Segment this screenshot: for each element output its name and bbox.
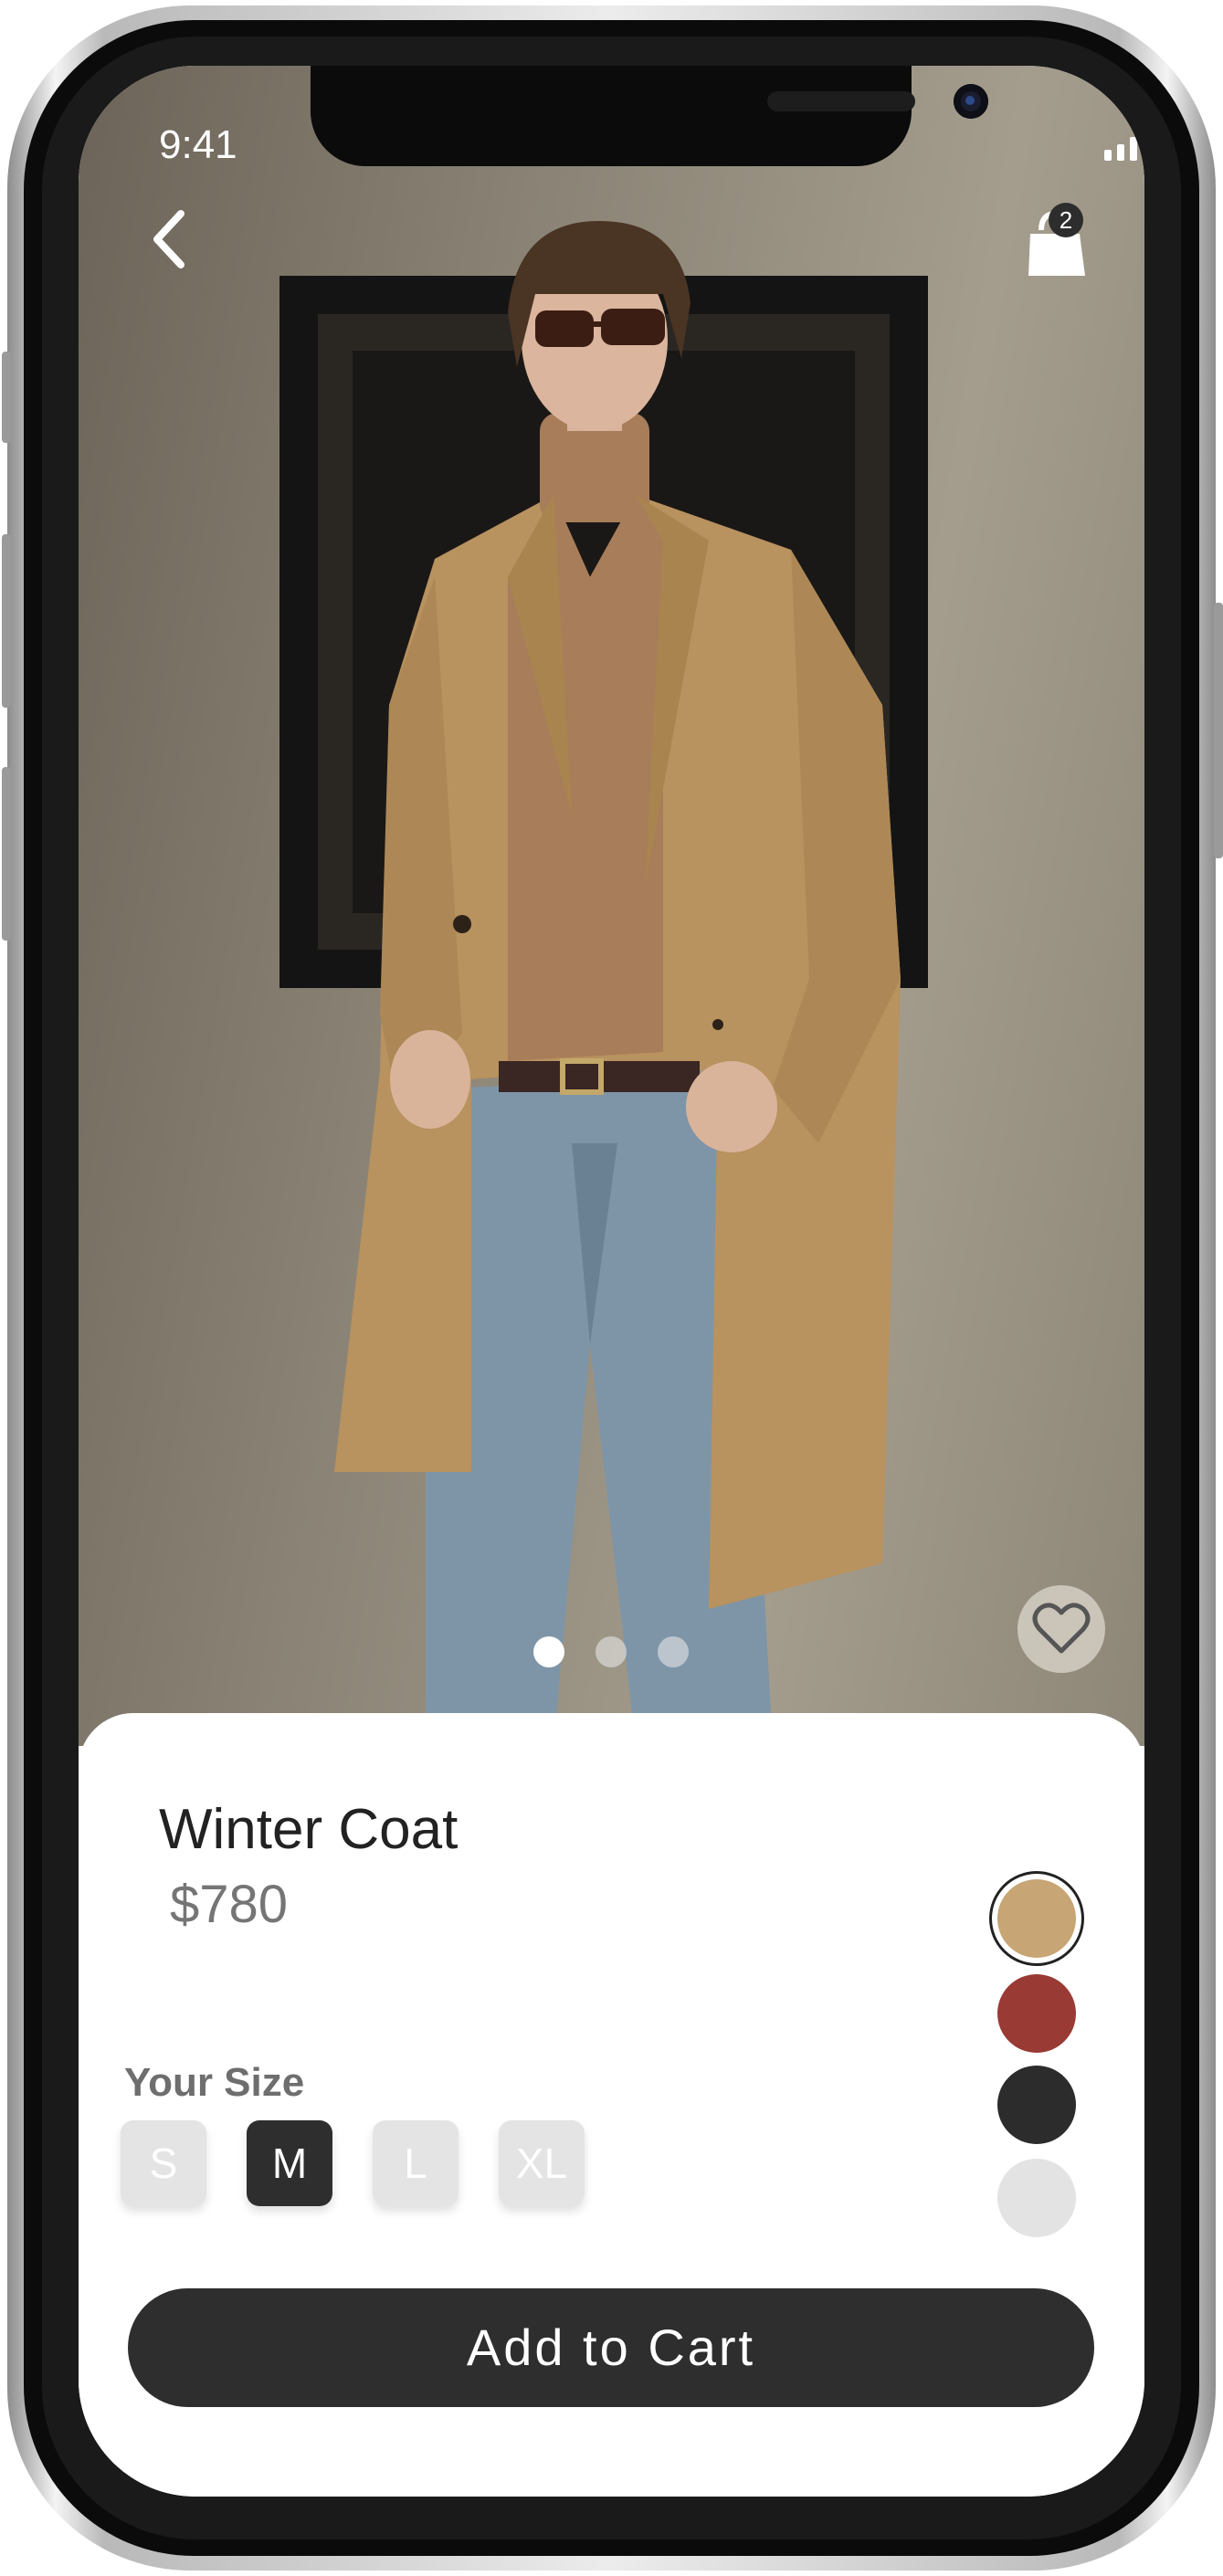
- device-notch: [311, 66, 988, 166]
- size-option-m[interactable]: M: [247, 2120, 332, 2206]
- pagination-dot[interactable]: [658, 1636, 689, 1667]
- size-option-xl[interactable]: XL: [499, 2120, 585, 2206]
- product-details-sheet: Winter Coat $780 Your Size S M L XL Add …: [79, 1713, 1144, 2497]
- pagination-dot[interactable]: [533, 1636, 564, 1667]
- color-swatch-black[interactable]: [997, 2066, 1076, 2144]
- color-swatch-light-gray[interactable]: [997, 2159, 1076, 2237]
- pagination-dot[interactable]: [596, 1636, 627, 1667]
- size-option-l[interactable]: L: [373, 2120, 459, 2206]
- mute-switch: [2, 352, 11, 443]
- add-to-cart-button[interactable]: Add to Cart: [128, 2288, 1094, 2407]
- chevron-left-icon: [153, 210, 185, 268]
- screen: 9:41 2 Winter Coat $780 Your Size S M L …: [79, 66, 1144, 2497]
- power-button: [1214, 603, 1223, 858]
- volume-down-button: [2, 767, 11, 941]
- status-time: 9:41: [159, 122, 237, 167]
- cart-count-badge: 2: [1049, 203, 1083, 237]
- product-price: $780: [170, 1875, 289, 1934]
- product-photo: 9:41 2: [79, 66, 1144, 1746]
- volume-up-button: [2, 534, 11, 708]
- product-name: Winter Coat: [159, 1798, 459, 1861]
- back-button[interactable]: [142, 203, 197, 276]
- color-swatch-camel[interactable]: [997, 1879, 1076, 1958]
- size-label: Your Size: [124, 2060, 305, 2105]
- size-option-s[interactable]: S: [121, 2120, 206, 2206]
- color-swatch-red[interactable]: [997, 1974, 1076, 2053]
- cellular-signal-icon: [1104, 130, 1144, 161]
- favorite-button[interactable]: [1017, 1585, 1105, 1673]
- product-photo-illustration: [279, 221, 928, 1746]
- earpiece-speaker: [767, 91, 915, 111]
- heart-outline-icon: [1032, 1603, 1091, 1654]
- image-pagination: [79, 1636, 1144, 1673]
- front-camera: [954, 84, 988, 119]
